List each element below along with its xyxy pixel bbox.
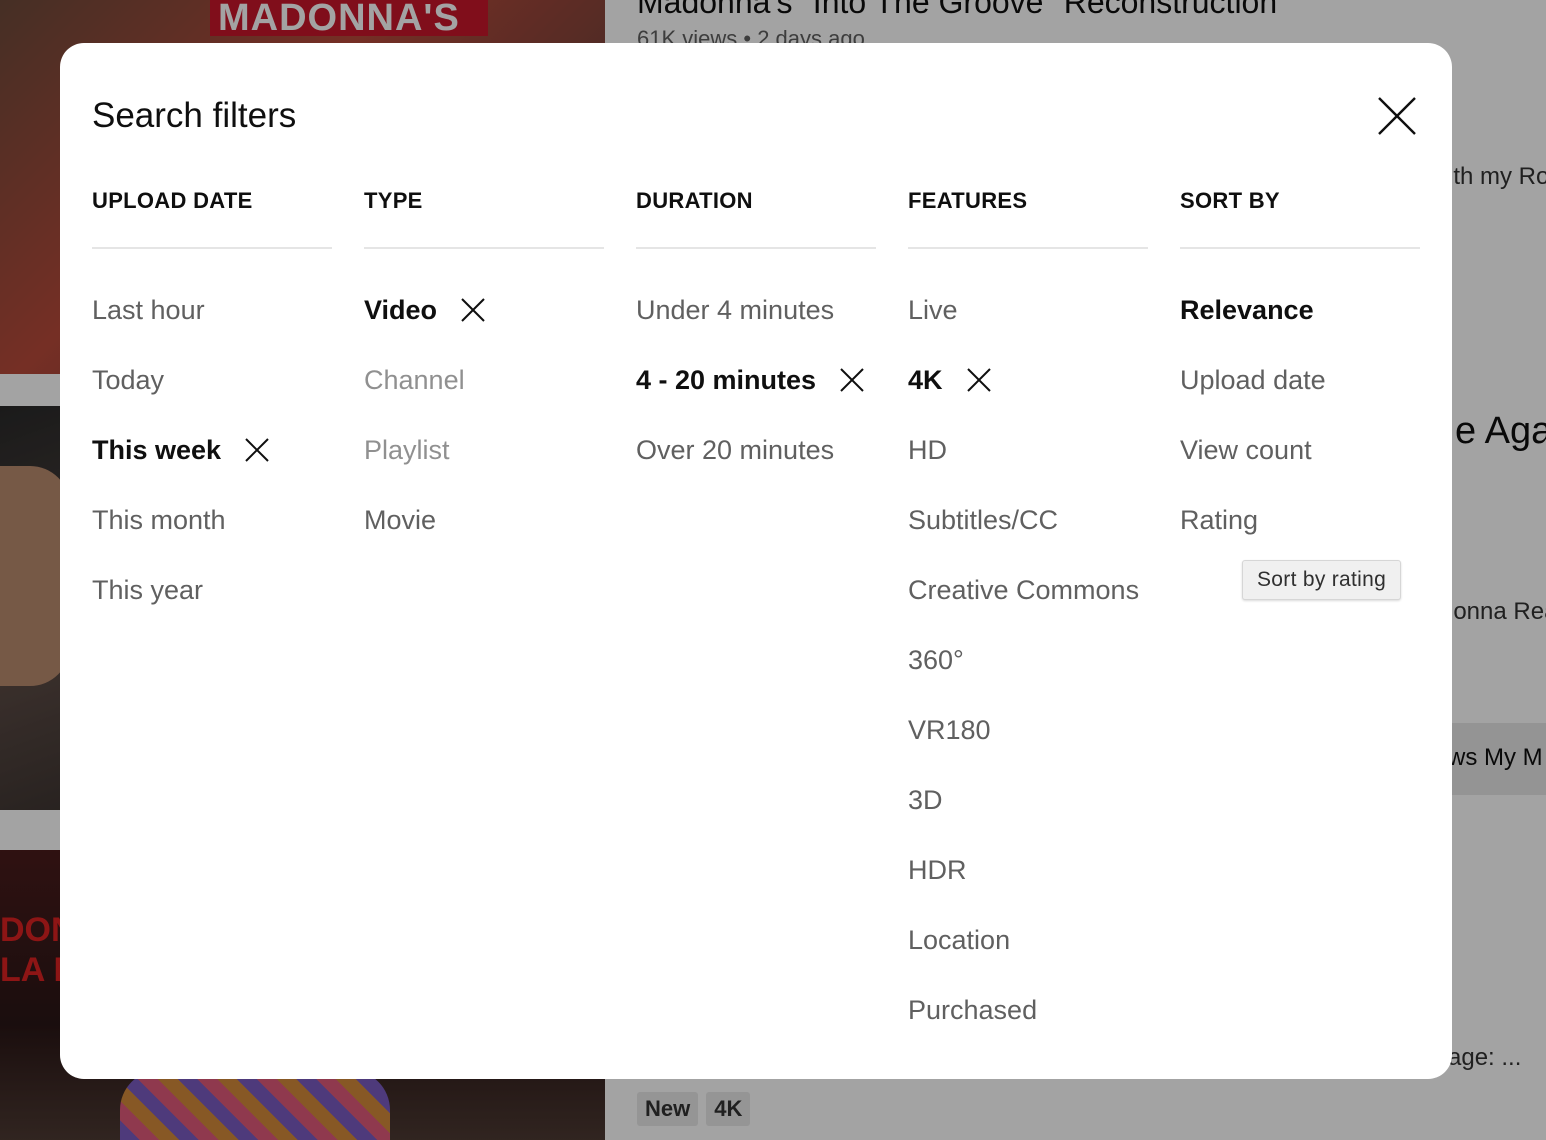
- filter-group-upload-date: UPLOAD DATE Last hour Today This week This m…: [92, 183, 332, 1045]
- filter-option-label: Under 4 minutes: [636, 294, 835, 325]
- filter-option-label: Over 20 minutes: [636, 434, 835, 465]
- filter-option-label: HDR: [908, 854, 967, 885]
- close-icon: [1378, 97, 1416, 135]
- filter-option-live[interactable]: Live: [908, 275, 1148, 345]
- filter-option-label: Subtitles/CC: [908, 504, 1059, 535]
- filter-option-creative-commons[interactable]: Creative Commons: [908, 555, 1148, 625]
- tooltip: Sort by rating: [1242, 560, 1402, 600]
- filter-option-label: Creative Commons: [908, 574, 1140, 605]
- filter-columns: UPLOAD DATE Last hour Today This week This m…: [92, 183, 1420, 1045]
- filter-option-last-hour[interactable]: Last hour: [92, 275, 332, 345]
- remove-filter-icon[interactable]: [838, 366, 866, 394]
- filter-option-label: Relevance: [1180, 294, 1314, 325]
- filter-option-label: This month: [92, 504, 226, 535]
- filter-group-header: TYPE: [364, 183, 604, 249]
- dialog-title: Search filters: [92, 96, 297, 135]
- filter-option-3d[interactable]: 3D: [908, 765, 1148, 835]
- filter-option-4k[interactable]: 4K: [908, 345, 1148, 415]
- filter-option-under-4-minutes[interactable]: Under 4 minutes: [636, 275, 876, 345]
- filter-option-label: HD: [908, 434, 947, 465]
- filter-option-label: Movie: [364, 504, 437, 535]
- filter-group-header: UPLOAD DATE: [92, 183, 332, 249]
- filter-option-hdr[interactable]: HDR: [908, 835, 1148, 905]
- filter-group-type: TYPE Video Channel Playlist Movie: [364, 183, 604, 1045]
- filter-option-label: Upload date: [1180, 364, 1326, 395]
- filter-option-4-20-minutes[interactable]: 4 - 20 minutes: [636, 345, 876, 415]
- filter-option-label: Playlist: [364, 434, 450, 465]
- filter-option-label: 3D: [908, 784, 943, 815]
- filter-option-vr180[interactable]: VR180: [908, 695, 1148, 765]
- filter-option-view-count[interactable]: View count: [1180, 415, 1420, 485]
- filter-option-playlist: Playlist: [364, 415, 604, 485]
- filter-group-sort-by: SORT BY Relevance Upload date View count Rat…: [1180, 183, 1420, 1045]
- filter-option-this-year[interactable]: This year: [92, 555, 332, 625]
- filter-option-this-month[interactable]: This month: [92, 485, 332, 555]
- filter-option-label: Rating: [1180, 504, 1259, 535]
- filter-option-subtitles-cc[interactable]: Subtitles/CC: [908, 485, 1148, 555]
- filter-option-360[interactable]: 360°: [908, 625, 1148, 695]
- filter-option-this-week[interactable]: This week: [92, 415, 332, 485]
- filter-option-label: Video: [364, 294, 438, 325]
- filter-group-header: FEATURES: [908, 183, 1148, 249]
- filter-group-header: SORT BY: [1180, 183, 1420, 249]
- filter-option-label: 360°: [908, 644, 964, 675]
- filter-option-label: Last hour: [92, 294, 205, 325]
- filter-option-label: 4 - 20 minutes: [636, 364, 817, 395]
- filter-option-movie[interactable]: Movie: [364, 485, 604, 555]
- filter-option-rating[interactable]: Rating: [1180, 485, 1420, 555]
- filter-option-label: Location: [908, 924, 1011, 955]
- filter-option-upload-date[interactable]: Upload date: [1180, 345, 1420, 415]
- filter-option-today[interactable]: Today: [92, 345, 332, 415]
- remove-filter-icon[interactable]: [459, 296, 487, 324]
- close-button[interactable]: [1376, 95, 1418, 137]
- filter-option-label: Channel: [364, 364, 465, 395]
- filter-option-label: 4K: [908, 364, 943, 395]
- filter-group-duration: DURATION Under 4 minutes 4 - 20 minutes Ove…: [636, 183, 876, 1045]
- filter-option-label: View count: [1180, 434, 1312, 465]
- filter-option-hd[interactable]: HD: [908, 415, 1148, 485]
- filter-option-over-20-minutes[interactable]: Over 20 minutes: [636, 415, 876, 485]
- filter-option-purchased[interactable]: Purchased: [908, 975, 1148, 1045]
- filter-option-label: This week: [92, 434, 222, 465]
- search-filters-dialog: Search filters UPLOAD DATE Last hour Today…: [60, 43, 1452, 1079]
- remove-filter-icon[interactable]: [965, 366, 993, 394]
- filter-option-video[interactable]: Video: [364, 275, 604, 345]
- filter-option-label: Purchased: [908, 994, 1038, 1025]
- remove-filter-icon[interactable]: [243, 436, 271, 464]
- filter-option-label: Today: [92, 364, 165, 395]
- filter-option-label: This year: [92, 574, 204, 605]
- filter-group-header: DURATION: [636, 183, 876, 249]
- filter-option-label: Live: [908, 294, 958, 325]
- filter-option-location[interactable]: Location: [908, 905, 1148, 975]
- filter-group-features: FEATURES Live 4K HD Subtitles/CC Creative Com…: [908, 183, 1148, 1045]
- filter-option-channel: Channel: [364, 345, 604, 415]
- filter-option-relevance[interactable]: Relevance: [1180, 275, 1420, 345]
- filter-option-label: VR180: [908, 714, 991, 745]
